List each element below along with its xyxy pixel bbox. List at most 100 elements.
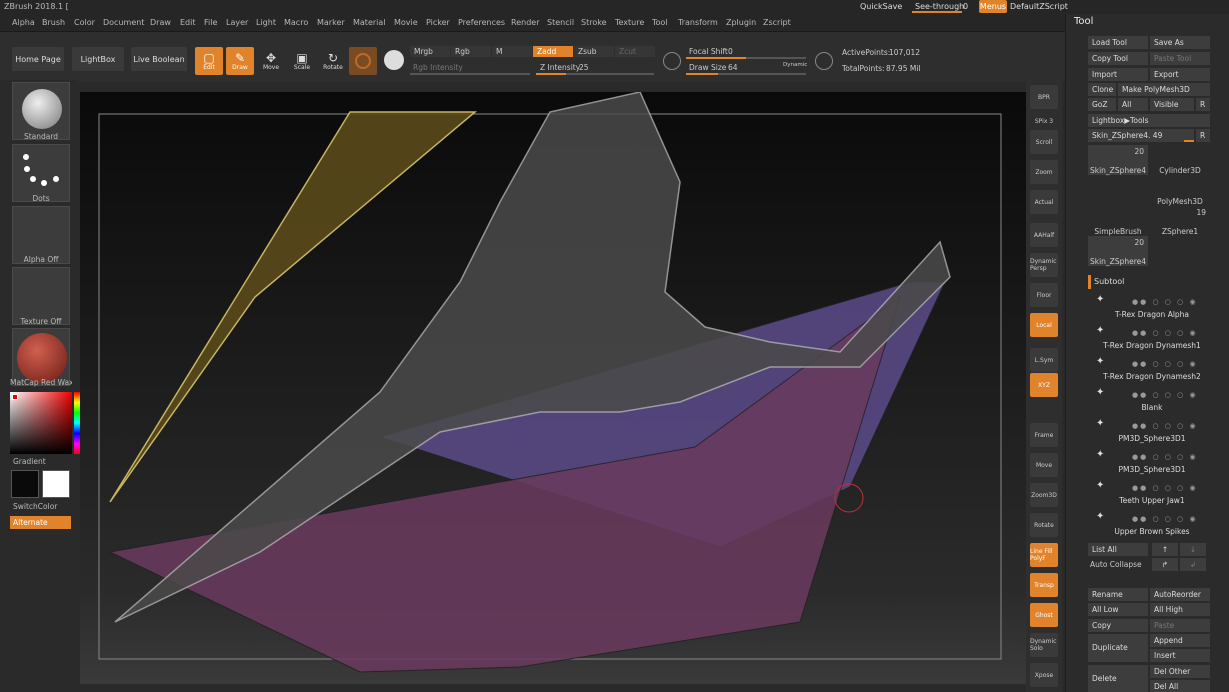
tool-tile-cylinder3d[interactable]: Cylinder3D (1150, 145, 1210, 175)
tool-tile-skin-zsphere4[interactable]: Skin_ZSphere4 20 (1088, 236, 1148, 266)
subtool-item[interactable]: ✦ ●● ○ ○ ○ ◉ Blank (1092, 385, 1212, 415)
quicksave-button[interactable]: QuickSave (860, 2, 902, 11)
duplicate-button[interactable]: Duplicate (1088, 634, 1148, 662)
goz-visible-button[interactable]: Visible (1150, 98, 1194, 111)
transp-button[interactable]: Transp (1030, 573, 1058, 597)
goz-r-button[interactable]: R (1196, 98, 1210, 111)
home-page-button[interactable]: Home Page (12, 47, 64, 71)
see-through-label[interactable]: See-through (915, 2, 964, 11)
goz-button[interactable]: GoZ (1088, 98, 1116, 111)
m-button[interactable]: M (492, 46, 532, 57)
subtool-visibility-icons[interactable]: ●● ○ ○ ○ ◉ (1132, 422, 1198, 430)
mrgb-button[interactable]: Mrgb (410, 46, 450, 57)
subtool-visibility-icons[interactable]: ●● ○ ○ ○ ◉ (1132, 453, 1198, 461)
focal-shift-slider[interactable] (686, 57, 806, 59)
zsub-button[interactable]: Zsub (574, 46, 614, 57)
menu-transform[interactable]: Transform (678, 18, 718, 27)
insert-button[interactable]: Insert (1150, 649, 1210, 662)
material-sphere-icon[interactable] (384, 50, 404, 70)
aahalf-button[interactable]: AAHalf (1030, 223, 1058, 247)
edit-mode-button[interactable]: ▢ Edit (195, 47, 223, 75)
menu-zplugin[interactable]: Zplugin (726, 18, 756, 27)
append-button[interactable]: Append (1150, 634, 1210, 647)
subtool-item[interactable]: ✦ ●● ○ ○ ○ ◉ T-Rex Dragon Dynamesh2 (1092, 354, 1212, 384)
lightbox-tools-button[interactable]: Lightbox▶Tools (1088, 114, 1210, 127)
menu-marker[interactable]: Marker (317, 18, 345, 27)
list-all-button[interactable]: List All (1088, 543, 1148, 556)
menu-material[interactable]: Material (353, 18, 386, 27)
all-high-button[interactable]: All High (1150, 603, 1210, 616)
subtool-item[interactable]: ✦ ●● ○ ○ ○ ◉ T-Rex Dragon Alpha (1092, 292, 1212, 322)
gradient-label[interactable]: Gradient (13, 457, 75, 466)
zoom3d-button[interactable]: Zoom3D (1030, 483, 1058, 507)
rename-button[interactable]: Rename (1088, 588, 1148, 601)
all-low-button[interactable]: All Low (1088, 603, 1148, 616)
menu-document[interactable]: Document (103, 18, 144, 27)
menu-texture[interactable]: Texture (615, 18, 644, 27)
copy-tool-button[interactable]: Copy Tool (1088, 52, 1148, 65)
rgb-button[interactable]: Rgb (451, 46, 491, 57)
default-zscript-button[interactable]: DefaultZScript (1010, 2, 1068, 11)
floor-button[interactable]: Floor (1030, 283, 1058, 307)
menus-toggle[interactable]: Menus (979, 0, 1007, 13)
move-mode-button[interactable]: ✥ Move (257, 47, 285, 75)
move-up-arrow-icon[interactable]: ↑ (1152, 543, 1178, 556)
tool-tile-polymesh3d[interactable]: PolyMesh3D (1150, 176, 1210, 206)
document-canvas[interactable] (80, 92, 1026, 684)
menu-layer[interactable]: Layer (226, 18, 248, 27)
subtool-item[interactable]: ✦ ●● ○ ○ ○ ◉ Upper Brown Spikes (1092, 509, 1212, 539)
del-all-button[interactable]: Del All (1150, 680, 1210, 692)
rotate-button[interactable]: Rotate (1030, 513, 1058, 537)
dynamic-solo-button[interactable]: Dynamic Solo (1030, 633, 1058, 657)
make-polymesh3d-button[interactable]: Make PolyMesh3D (1118, 83, 1210, 96)
move-button[interactable]: Move (1030, 453, 1058, 477)
menu-zscript[interactable]: Zscript (763, 18, 791, 27)
menu-stroke[interactable]: Stroke (581, 18, 607, 27)
color-picker[interactable] (10, 392, 80, 454)
rotate-mode-button[interactable]: ↻ Rotate (319, 47, 347, 75)
local-button[interactable]: Local (1030, 313, 1058, 337)
goz-all-button[interactable]: All (1118, 98, 1148, 111)
ghost-button[interactable]: Ghost (1030, 603, 1058, 627)
subtool-item[interactable]: ✦ ●● ○ ○ ○ ◉ Teeth Upper Jaw1 (1092, 478, 1212, 508)
draw-size-slider[interactable] (686, 73, 806, 75)
load-tool-button[interactable]: Load Tool (1088, 36, 1148, 49)
menu-file[interactable]: File (204, 18, 217, 27)
import-button[interactable]: Import (1088, 68, 1148, 81)
menu-edit[interactable]: Edit (180, 18, 196, 27)
alternate-button[interactable]: Alternate (10, 516, 71, 529)
subtool-visibility-icons[interactable]: ●● ○ ○ ○ ◉ (1132, 298, 1198, 306)
paste-button[interactable]: Paste (1150, 619, 1210, 632)
tool-tile-zsphere1[interactable]: ZSphere1 19 (1150, 206, 1210, 236)
xyz-button[interactable]: XYZ (1030, 373, 1058, 397)
bpr-button[interactable]: BPR (1030, 85, 1058, 109)
live-boolean-button[interactable]: Live Boolean (131, 47, 187, 71)
menu-render[interactable]: Render (511, 18, 539, 27)
del-other-button[interactable]: Del Other (1150, 665, 1210, 678)
switch-color-button[interactable]: SwitchColor (13, 502, 75, 511)
xpose-button[interactable]: Xpose (1030, 663, 1058, 687)
scale-mode-button[interactable]: ▣ Scale (288, 47, 316, 75)
export-button[interactable]: Export (1150, 68, 1210, 81)
menu-movie[interactable]: Movie (394, 18, 418, 27)
current-tool-slider[interactable]: Skin_ZSphere4. 49 (1088, 129, 1194, 142)
move-down-arrow-icon[interactable]: ↓ (1180, 543, 1206, 556)
rgb-intensity-slider[interactable] (410, 73, 530, 75)
subtool-visibility-icons[interactable]: ●● ○ ○ ○ ◉ (1132, 484, 1198, 492)
line-fill-polyf-button[interactable]: Line Fill PolyF (1030, 543, 1058, 567)
paste-tool-button[interactable]: Paste Tool (1150, 52, 1210, 65)
tool-tile-simplebrush[interactable]: SimpleBrush (1088, 206, 1148, 236)
primary-color-swatch[interactable] (11, 470, 39, 498)
save-as-button[interactable]: Save As (1150, 36, 1210, 49)
zoom-button[interactable]: Zoom (1030, 160, 1058, 184)
color-picker-marker[interactable] (12, 394, 18, 400)
lightbox-button[interactable]: LightBox (72, 47, 124, 71)
menu-preferences[interactable]: Preferences (458, 18, 505, 27)
dynamic-size-toggle[interactable]: Dynamic (783, 62, 807, 68)
menu-macro[interactable]: Macro (284, 18, 308, 27)
menu-light[interactable]: Light (256, 18, 276, 27)
subtool-visibility-icons[interactable]: ●● ○ ○ ○ ◉ (1132, 329, 1198, 337)
menu-brush[interactable]: Brush (42, 18, 65, 27)
scroll-button[interactable]: Scroll (1030, 130, 1058, 154)
menu-alpha[interactable]: Alpha (12, 18, 35, 27)
